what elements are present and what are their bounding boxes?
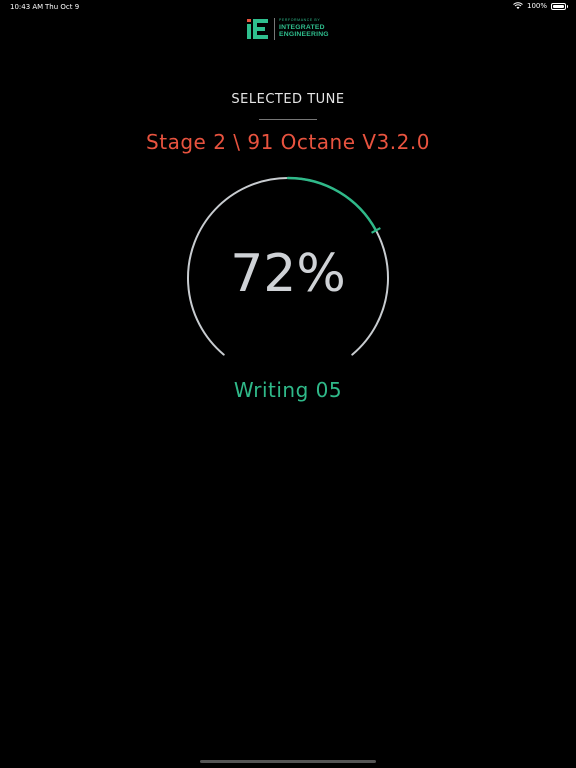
progress-status: Writing 05 <box>233 378 343 402</box>
status-indicators: 100% <box>513 2 568 10</box>
title-divider <box>259 119 317 120</box>
logo-divider <box>274 18 275 40</box>
ie-logo-icon <box>247 19 268 39</box>
home-indicator <box>200 760 376 763</box>
logo-line-2: ENGINEERING <box>279 30 329 38</box>
selected-tune-label: SELECTED TUNE <box>231 92 345 107</box>
battery-percent: 100% <box>526 2 547 10</box>
logo-tagline: PERFORMANCE BY <box>279 18 321 23</box>
logo-text: PERFORMANCE BY INTEGRATED ENGINEERING <box>279 19 329 38</box>
status-date: Thu Oct 9 <box>45 3 80 11</box>
wifi-icon <box>513 2 523 9</box>
progress-percent: 72% <box>230 244 346 304</box>
gauge-progress-arc <box>286 176 378 232</box>
status-time: 10:43 AM <box>10 3 44 11</box>
battery-icon <box>551 2 568 10</box>
status-bar: 10:43 AM Thu Oct 9 100% <box>0 0 576 14</box>
tune-name: Stage 2 \ 91 Octane V3.2.0 <box>146 130 430 154</box>
brand-logo: PERFORMANCE BY INTEGRATED ENGINEERING <box>246 17 329 41</box>
